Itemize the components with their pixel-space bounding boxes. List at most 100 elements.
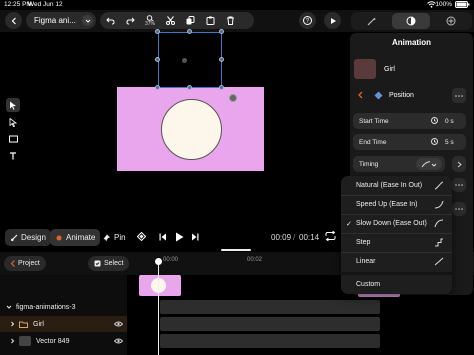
layer-name: Vector 849: [36, 337, 70, 345]
panel-title: Animation: [391, 38, 432, 47]
menu-item-custom[interactable]: Custom: [341, 275, 452, 294]
layer-row-vector[interactable]: Vector 849: [0, 333, 127, 349]
layer-row-girl[interactable]: Girl: [0, 316, 127, 332]
menu-item-slow-down[interactable]: ✓ Slow Down (Ease Out): [341, 214, 452, 233]
resize-handle[interactable]: [219, 57, 224, 62]
text-tool[interactable]: [6, 149, 20, 163]
document-name: Figma ani...: [34, 16, 76, 25]
document-name-menu[interactable]: Figma ani...: [26, 12, 96, 29]
playhead-handle[interactable]: [155, 258, 162, 265]
animate-mode-button[interactable]: Animate: [50, 229, 101, 246]
keyframe-button[interactable]: [137, 232, 146, 241]
left-toolbar: [6, 98, 20, 166]
battery-icon: [455, 1, 470, 8]
play-icon: [176, 232, 184, 242]
paste-button[interactable]: [200, 12, 220, 29]
menu-item-label: Speed Up (Ease In): [356, 201, 418, 208]
checkmark-icon: ✓: [346, 220, 352, 228]
anchor-point[interactable]: [182, 58, 187, 63]
more-icon: [455, 94, 463, 97]
more-icon: [455, 184, 463, 186]
resize-handle[interactable]: [187, 85, 192, 90]
layer-name: figma-animations-3: [16, 303, 76, 311]
resize-handle[interactable]: [187, 29, 192, 34]
copy-button[interactable]: [180, 12, 200, 29]
linear-icon: [434, 257, 444, 266]
eye-icon: [114, 338, 123, 344]
end-time-row[interactable]: End Time 5 s: [353, 134, 466, 150]
chevron-left-icon: [358, 91, 363, 99]
project-label: Project: [18, 260, 40, 267]
back-to-layer-button[interactable]: [357, 91, 364, 99]
redo-button[interactable]: [120, 12, 140, 29]
add-circle-icon: [446, 16, 456, 26]
start-time-row[interactable]: Start Time 0 s: [353, 113, 466, 129]
help-button[interactable]: ?: [299, 12, 316, 29]
layer-row-group[interactable]: figma-animations-3: [0, 299, 127, 315]
resize-handle[interactable]: [155, 85, 160, 90]
play-button[interactable]: [175, 232, 184, 242]
track-vector[interactable]: [160, 334, 380, 348]
battery-percent: 100%: [435, 1, 452, 8]
playback-controls: 00:09 / 00:14: [127, 226, 349, 248]
design-mode-label: Design: [21, 233, 46, 242]
rectangle-tool[interactable]: [6, 132, 20, 146]
next-frame-button[interactable]: [191, 233, 199, 241]
copy-icon: [186, 16, 194, 25]
resize-handle[interactable]: [219, 29, 224, 34]
resize-handle[interactable]: [219, 85, 224, 90]
ruler-tick: 00:00: [163, 257, 179, 263]
circle-shape[interactable]: [161, 99, 222, 160]
text-icon: [10, 152, 16, 160]
back-button[interactable]: [5, 12, 22, 29]
more-button[interactable]: [452, 202, 466, 216]
animate-icon: [56, 235, 62, 240]
contrast-icon: [406, 16, 416, 26]
layer-name: Girl: [33, 320, 44, 328]
play-preview-button[interactable]: [324, 12, 341, 29]
cut-button[interactable]: [160, 12, 180, 29]
pin-mode-label: Pin: [114, 233, 126, 242]
menu-item-natural[interactable]: Natural (Ease In Out): [341, 176, 452, 195]
timing-curve-picker[interactable]: [416, 158, 442, 170]
loop-button[interactable]: [325, 231, 336, 241]
undo-button[interactable]: [100, 12, 120, 29]
project-button[interactable]: Project: [4, 256, 46, 271]
delete-button[interactable]: [220, 12, 240, 29]
edit-tools-group: 37%: [100, 12, 254, 29]
tab-design[interactable]: [392, 13, 430, 29]
play-icon: [330, 17, 336, 24]
rotate-handle[interactable]: [229, 94, 237, 102]
timing-label: Timing: [359, 160, 379, 168]
timing-detail-button[interactable]: [452, 156, 466, 172]
clock-icon: [431, 117, 438, 124]
track-group[interactable]: [160, 300, 380, 314]
menu-item-linear[interactable]: Linear: [341, 252, 452, 271]
selection-box[interactable]: [158, 32, 222, 88]
more-button[interactable]: [452, 178, 466, 192]
chevron-right-icon: [11, 321, 15, 327]
select-tool[interactable]: [6, 98, 20, 112]
timing-menu: Natural (Ease In Out) Speed Up (Ease In)…: [341, 176, 452, 294]
direct-select-tool[interactable]: [6, 115, 20, 129]
property-more-button[interactable]: [452, 88, 466, 103]
select-button[interactable]: Select: [88, 256, 130, 271]
clock-icon: [431, 138, 438, 145]
tab-animate[interactable]: [353, 13, 391, 29]
resize-handle[interactable]: [155, 29, 160, 34]
status-date: Wed Jun 12: [28, 1, 63, 8]
select-icon: [94, 260, 101, 267]
playhead-line: [158, 260, 159, 355]
pin-mode-button[interactable]: Pin: [98, 229, 131, 246]
step-icon: [435, 238, 443, 247]
zoom-button[interactable]: 37%: [140, 12, 160, 29]
track-girl[interactable]: [160, 317, 380, 331]
resize-handle[interactable]: [155, 57, 160, 62]
design-mode-button[interactable]: Design: [5, 229, 51, 246]
previous-frame-button[interactable]: [159, 233, 167, 241]
total-time: 00:14: [299, 233, 320, 242]
menu-item-speed-up[interactable]: Speed Up (Ease In): [341, 195, 452, 214]
menu-item-step[interactable]: Step: [341, 233, 452, 252]
timing-row[interactable]: Timing: [353, 156, 445, 172]
tab-add[interactable]: [432, 13, 470, 29]
